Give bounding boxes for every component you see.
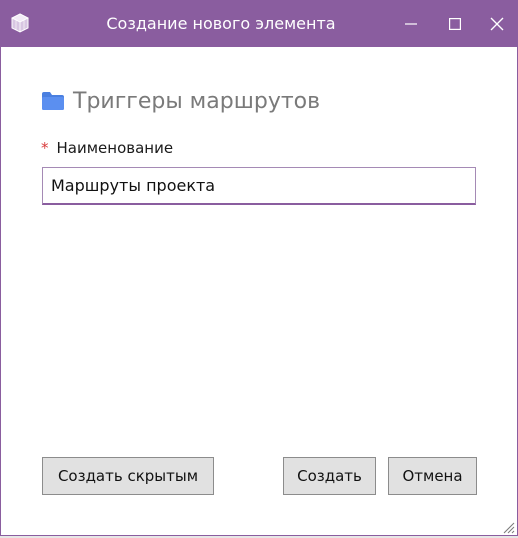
title-bar[interactable]: Создание нового элемента	[1, 1, 517, 47]
dialog-window: Создание нового элемента Триггеры маршру…	[0, 0, 518, 536]
maximize-button[interactable]	[433, 1, 477, 47]
create-button[interactable]: Создать	[283, 457, 376, 495]
heading-text: Триггеры маршрутов	[73, 88, 321, 114]
name-input[interactable]	[42, 167, 476, 205]
section-heading: Триггеры маршрутов	[41, 86, 320, 116]
name-label-text: Наименование	[56, 139, 174, 157]
close-icon	[490, 17, 504, 31]
dialog-content: Триггеры маршрутов * Наименование Создать…	[1, 47, 517, 535]
minimize-icon	[405, 23, 417, 25]
close-button[interactable]	[475, 1, 518, 47]
required-mark: *	[41, 139, 49, 157]
window-title: Создание нового элемента	[106, 14, 336, 33]
folder-icon	[41, 91, 65, 111]
name-field-label: * Наименование	[41, 139, 173, 157]
resize-grip-icon[interactable]	[501, 519, 515, 534]
create-hidden-button[interactable]: Создать скрытым	[42, 457, 214, 495]
minimize-button[interactable]	[389, 1, 433, 47]
maximize-icon	[449, 18, 461, 30]
cancel-button[interactable]: Отмена	[388, 457, 477, 495]
